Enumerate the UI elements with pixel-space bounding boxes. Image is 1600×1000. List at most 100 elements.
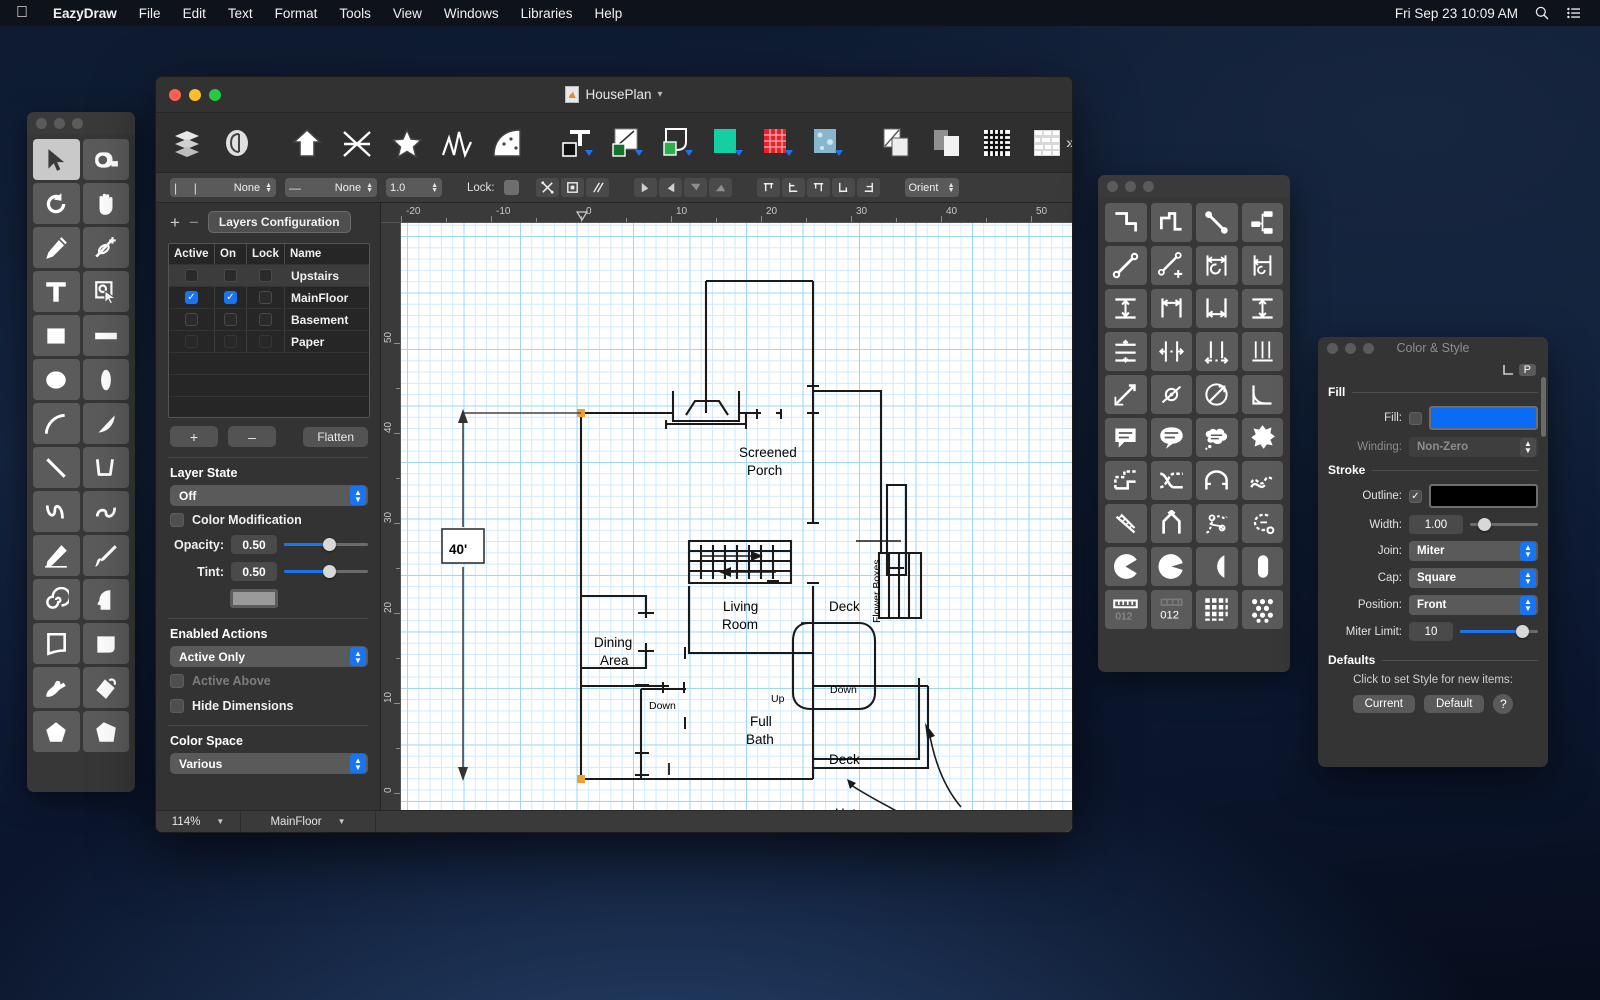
outline-color-swatch[interactable] [1429, 484, 1538, 508]
minimize-button[interactable] [1125, 181, 1136, 192]
horizontal-ruler[interactable]: -20 -10 0 10 20 30 40 50 [381, 203, 1072, 223]
spline-icon[interactable] [488, 124, 526, 162]
dim-corner-icon[interactable] [1242, 375, 1284, 414]
dimension-palette-titlebar[interactable] [1098, 175, 1290, 197]
close-button[interactable] [36, 118, 47, 129]
grid-icon[interactable] [978, 124, 1016, 162]
row-active-checkbox[interactable]: ✓ [169, 286, 215, 308]
outline-checkbox[interactable]: ✓ [1409, 490, 1422, 503]
polygon-tool[interactable] [83, 711, 130, 752]
text-anchor-bl-button[interactable] [782, 178, 805, 197]
menu-item-help[interactable]: Help [583, 6, 633, 21]
dim-horizontal-top-icon[interactable] [1151, 289, 1193, 328]
path-wave-icon[interactable] [1242, 461, 1284, 500]
row-lock-checkbox[interactable] [247, 330, 285, 352]
menu-item-view[interactable]: View [382, 6, 433, 21]
ruler-012-icon[interactable]: 012 [1105, 590, 1147, 629]
default-button[interactable]: Default [1424, 695, 1484, 713]
align-bottom-button[interactable] [709, 178, 732, 197]
line-style-icon[interactable] [608, 124, 646, 162]
snap-grid-button[interactable] [586, 178, 609, 197]
menu-item-edit[interactable]: Edit [172, 6, 217, 21]
dimension-icon[interactable] [218, 124, 256, 162]
group-icon[interactable] [878, 124, 916, 162]
flowchart-icon[interactable] [1242, 203, 1284, 242]
measure-tape-tool[interactable] [83, 139, 130, 180]
control-center-icon[interactable] [1566, 5, 1582, 21]
text-tool[interactable] [33, 271, 80, 312]
zoom-button[interactable] [72, 118, 83, 129]
connector-icon[interactable] [338, 124, 376, 162]
shape-style-icon[interactable] [658, 124, 696, 162]
toolbar-overflow-button[interactable]: » [1066, 133, 1073, 153]
stepper-icon[interactable]: ▲▼ [265, 183, 272, 193]
align-top-button[interactable] [684, 178, 707, 197]
row-on-checkbox[interactable] [215, 308, 247, 330]
pac-shape-icon[interactable] [1105, 547, 1147, 586]
fill-color-swatch[interactable] [1429, 406, 1538, 430]
grid-fill-icon[interactable] [1196, 590, 1238, 629]
rectangle-tool[interactable] [33, 315, 80, 356]
opacity-value[interactable]: 0.50 [231, 535, 277, 554]
dim-chain-icon[interactable] [1242, 332, 1284, 371]
chevron-updown-icon[interactable]: ▲▼ [350, 647, 366, 666]
chevron-down-icon[interactable]: ▼ [338, 817, 346, 826]
flatten-button[interactable]: Flatten [303, 427, 368, 447]
fill-green-icon[interactable] [708, 124, 746, 162]
arc-tool[interactable] [33, 403, 80, 444]
table-row[interactable]: Basement [169, 308, 369, 330]
pattern-icon[interactable] [1028, 124, 1066, 162]
table-row[interactable]: ✓ ✓ MainFloor [169, 286, 369, 308]
layers-icon[interactable] [168, 124, 206, 162]
panel-scrollbar[interactable] [1541, 377, 1546, 437]
text-anchor-tl-button[interactable] [757, 178, 780, 197]
tint-slider[interactable] [284, 565, 368, 579]
width-value[interactable]: 1.00 [1409, 515, 1463, 534]
paint-bucket-tool[interactable] [83, 667, 130, 708]
row-on-checkbox[interactable]: ✓ [215, 286, 247, 308]
polyline-tool[interactable] [83, 447, 130, 488]
tint-color-swatch[interactable] [230, 589, 278, 608]
lock-checkbox[interactable] [504, 180, 519, 195]
close-button[interactable] [1107, 181, 1118, 192]
dim-angle-icon[interactable] [1196, 375, 1238, 414]
layer-state-select[interactable]: Off ▲▼ [170, 485, 368, 506]
dim-offset-icon[interactable] [1242, 246, 1284, 285]
callout-cloud-icon[interactable] [1196, 418, 1238, 457]
miter-limit-value[interactable]: 10 [1409, 622, 1453, 641]
table-row[interactable]: Paper [169, 330, 369, 352]
fill-red-hatch-icon[interactable] [758, 124, 796, 162]
callout-round-icon[interactable] [1151, 418, 1193, 457]
text-anchor-br-button[interactable] [832, 178, 855, 197]
path-bridge-icon[interactable] [1196, 461, 1238, 500]
row-lock-checkbox[interactable] [247, 308, 285, 330]
silhouette-tool[interactable] [83, 579, 130, 620]
dim-vertical-icon[interactable] [1105, 289, 1147, 328]
pen-tool[interactable] [33, 227, 80, 268]
align-right-button[interactable] [659, 178, 682, 197]
layers-configuration-button[interactable]: Layers Configuration [208, 211, 351, 233]
zoom-button[interactable] [1143, 181, 1154, 192]
zoom-control[interactable]: 114% ▼ [156, 811, 241, 833]
color-modification-checkbox[interactable] [170, 513, 184, 527]
callout-burst-icon[interactable] [1242, 418, 1284, 457]
dim-horizontal-bottom-icon[interactable] [1196, 289, 1238, 328]
path-route-icon[interactable] [1105, 461, 1147, 500]
corner-icon[interactable] [1501, 363, 1515, 377]
escalator-icon[interactable] [1105, 504, 1147, 543]
vertical-ruler[interactable]: 0 10 20 30 40 50 [381, 223, 401, 833]
color-space-select[interactable]: Various ▲▼ [170, 753, 368, 774]
current-button[interactable]: Current [1353, 695, 1415, 713]
number-012-icon[interactable]: 012 [1151, 590, 1193, 629]
rotate-tool[interactable] [33, 183, 80, 224]
document-titlebar[interactable]: HousePlan ▾ [156, 77, 1072, 113]
dim-height-icon[interactable] [1242, 289, 1284, 328]
freehand-curve-tool[interactable] [83, 491, 130, 532]
minimize-button[interactable] [54, 118, 65, 129]
chevron-down-icon[interactable]: ▼ [216, 817, 224, 826]
rounded-rect-tool[interactable] [83, 623, 130, 664]
menu-item-text[interactable]: Text [217, 6, 264, 21]
text-style-icon[interactable] [558, 124, 596, 162]
enabled-actions-select[interactable]: Active Only ▲▼ [170, 646, 368, 667]
menu-item-windows[interactable]: Windows [433, 6, 510, 21]
